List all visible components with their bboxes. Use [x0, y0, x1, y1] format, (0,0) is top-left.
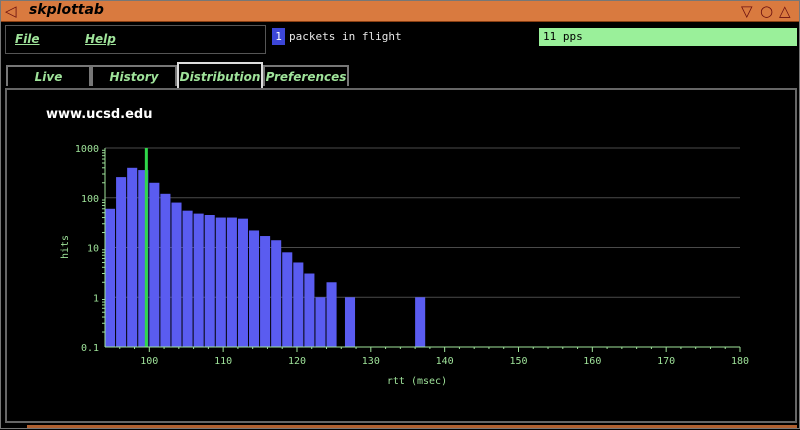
histogram-bar [248, 230, 260, 347]
histogram-bar [215, 217, 226, 347]
y-tick-label: 0.1 [81, 343, 99, 354]
histogram-bar [171, 202, 182, 347]
x-axis-label: rtt (msec) [387, 376, 447, 387]
histogram-bar [182, 210, 193, 347]
y-tick-label: 100 [81, 194, 99, 205]
rtt-histogram-chart: www.ucsd.edu 0.11101001000100 110 120 130 14… [46, 107, 749, 387]
histogram-bar [105, 208, 116, 347]
y-tick-label: 1 [93, 293, 99, 304]
x-tick-label: 180 [731, 356, 749, 367]
histogram-bar [271, 240, 282, 347]
histogram-bar [237, 218, 248, 347]
x-tick-label: 140 [436, 356, 454, 367]
histogram-bar [315, 297, 326, 347]
x-tick-label: 170 [657, 356, 675, 367]
histogram-bar [304, 273, 315, 347]
histogram-bar [415, 297, 426, 347]
status-strip [27, 425, 797, 428]
x-tick-label: 110 [214, 356, 232, 367]
histogram-bar [282, 252, 293, 347]
histogram-bar [344, 297, 356, 347]
x-tick-label: 120 [288, 356, 306, 367]
histogram-bar [116, 177, 127, 347]
histogram-bar [326, 282, 337, 347]
histogram-bar [160, 193, 171, 347]
y-axis-label: hits [60, 235, 71, 259]
app-window: ◁ skplottab ▽ ○ △ File Help 1 packets in… [0, 0, 800, 429]
x-tick-label: 130 [362, 356, 380, 367]
histogram-bar [127, 167, 138, 347]
histogram-bar [226, 217, 237, 347]
histogram-bar [260, 236, 271, 347]
histogram-bar [193, 213, 204, 347]
y-tick-label: 10 [87, 244, 99, 255]
histogram-bar [149, 182, 160, 347]
x-tick-label: 150 [509, 356, 527, 367]
histogram-bar [293, 262, 304, 347]
x-tick-label: 100 [140, 356, 158, 367]
chart-title: www.ucsd.edu [46, 107, 152, 122]
x-tick-label: 160 [583, 356, 601, 367]
y-tick-label: 1000 [75, 144, 99, 155]
histogram-bar [204, 215, 215, 347]
